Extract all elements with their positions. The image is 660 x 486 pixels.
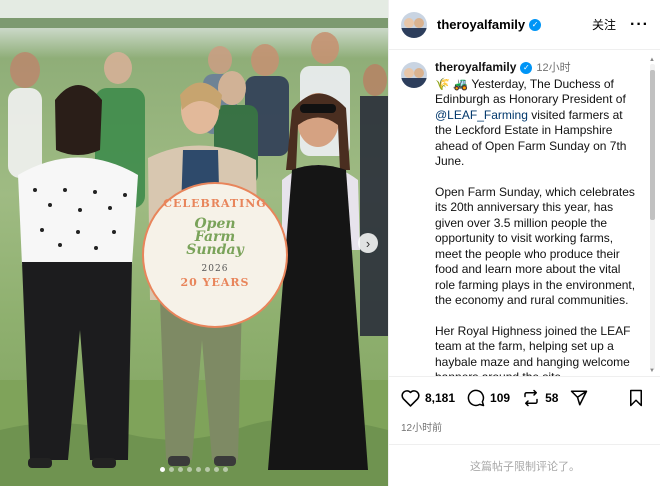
carousel-dot[interactable] [160, 467, 165, 472]
carousel-dots [0, 467, 388, 472]
more-horizontal-icon[interactable]: ··· [630, 16, 649, 34]
carousel-dot[interactable] [187, 467, 192, 472]
carousel-dot[interactable] [196, 467, 201, 472]
mention-link[interactable]: @LEAF_Farming [435, 108, 528, 122]
badge-line-3: Sunday [186, 242, 244, 258]
comment-count: 109 [490, 391, 511, 405]
save-button[interactable] [628, 389, 649, 407]
badge-top-text: CELEBRATING [163, 197, 267, 210]
comment-icon [467, 389, 485, 407]
avatar[interactable] [401, 62, 427, 88]
caption-scrollbar[interactable] [650, 64, 655, 370]
carousel-dot[interactable] [214, 467, 219, 472]
like-button[interactable]: 8,181 [401, 389, 455, 407]
post-side-panel: theroyalfamily ✓ 关注 ··· theroyalfamily ✓ 1… [388, 0, 660, 486]
post-header: theroyalfamily ✓ 关注 ··· [389, 0, 660, 50]
carousel-dot[interactable] [205, 467, 210, 472]
share-button[interactable] [570, 389, 593, 407]
scroll-down-icon[interactable]: ▼ [649, 368, 655, 374]
send-icon [571, 390, 588, 406]
repost-count: 58 [545, 391, 559, 405]
comment-button[interactable]: 109 [467, 389, 510, 407]
repost-icon [524, 389, 538, 407]
follow-button[interactable]: 关注 [592, 16, 616, 33]
caption-paragraph-1: 🌾 🚜 Yesterday, The Duchess of Edinburgh … [435, 77, 641, 170]
post-actions: 8,181 109 58 12小时前 [389, 376, 660, 434]
like-count: 8,181 [425, 391, 456, 405]
post-photo[interactable]: CELEBRATING Open Farm Sunday 2026 20 YEA… [0, 0, 388, 486]
carousel-dot[interactable] [178, 467, 183, 472]
caption-username[interactable]: theroyalfamily [435, 60, 516, 74]
caption-time[interactable]: 12小时 [536, 62, 570, 74]
badge-year: 2026 [201, 264, 229, 274]
verified-badge-icon: ✓ [520, 61, 533, 74]
caption-paragraph-3: Her Royal Highness joined the LEAF team … [435, 323, 631, 377]
header-username[interactable]: theroyalfamily [437, 17, 525, 32]
bookmark-icon [630, 389, 642, 407]
open-farm-sunday-badge: CELEBRATING Open Farm Sunday 2026 20 YEA… [143, 183, 287, 327]
verified-badge-icon: ✓ [529, 18, 542, 31]
repost-button[interactable]: 58 [522, 389, 558, 407]
post-timestamp[interactable]: 12小时前 [401, 419, 649, 434]
avatar[interactable] [401, 11, 427, 38]
next-photo-button[interactable]: › [358, 233, 378, 253]
post-caption: theroyalfamily ✓ 12小时 🌾 🚜 Yesterday, The D… [389, 50, 660, 376]
scrollbar-thumb[interactable] [650, 70, 655, 220]
chevron-right-icon: › [365, 235, 371, 251]
badge-bottom-text: 20 YEARS [180, 276, 250, 289]
heart-icon [401, 390, 420, 407]
carousel-dot[interactable] [169, 467, 174, 472]
carousel-dot[interactable] [223, 467, 228, 472]
caption-emoji: 🌾 🚜 [435, 76, 469, 91]
comments-restricted-notice: 这篇帖子限制评论了。 [389, 444, 660, 486]
scroll-up-icon[interactable]: ▲ [649, 57, 655, 63]
instagram-post-viewer: CELEBRATING Open Farm Sunday 2026 20 YEA… [0, 0, 660, 486]
caption-paragraph-2: Open Farm Sunday, which celebrates its 2… [435, 184, 636, 308]
